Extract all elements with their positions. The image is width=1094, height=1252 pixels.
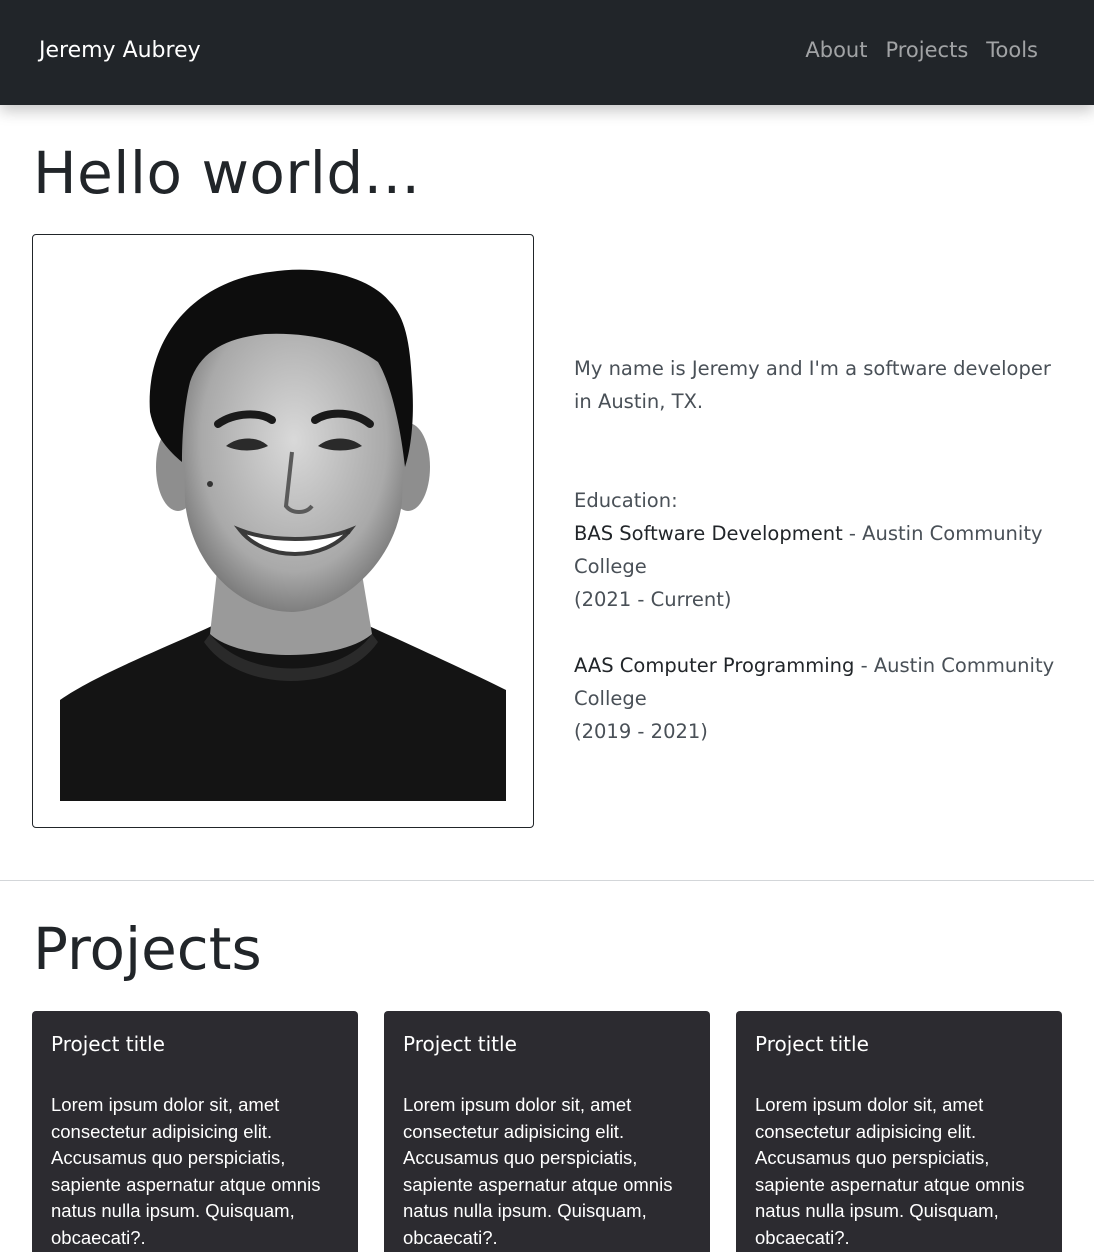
project-card-title: Project title (403, 1032, 517, 1056)
education-years: (2021 - Current) (574, 588, 732, 611)
education-entry: AAS Computer Programming - Austin Commun… (574, 649, 1064, 715)
project-card-text: Lorem ipsum dolor sit, amet consectetur … (755, 1094, 1025, 1248)
section-divider (0, 880, 1094, 881)
hero-title: Hello world... (33, 139, 421, 207)
degree-name: AAS Computer Programming (574, 654, 855, 677)
project-card[interactable]: Project title Lorem ipsum dolor sit, ame… (736, 1011, 1062, 1252)
education-label: Education: (574, 489, 678, 512)
photo-frame (32, 234, 534, 828)
degree-separator: - (854, 654, 874, 677)
intro-text: My name is Jeremy and I'm a software dev… (574, 357, 1051, 413)
education-entry: BAS Software Development - Austin Commun… (574, 517, 1064, 583)
nav-link-about[interactable]: About (805, 38, 867, 62)
brand-link[interactable]: Jeremy Aubrey (39, 38, 201, 63)
portrait-photo (60, 262, 506, 801)
project-card-text: Lorem ipsum dolor sit, amet consectetur … (403, 1094, 673, 1248)
nav-link-projects[interactable]: Projects (885, 38, 968, 62)
degree-name: BAS Software Development (574, 522, 843, 545)
project-card-title: Project title (51, 1032, 165, 1056)
projects-title: Projects (33, 915, 262, 983)
portrait-illustration (60, 262, 506, 801)
nav-link-tools[interactable]: Tools (986, 38, 1038, 62)
education-years: (2019 - 2021) (574, 720, 708, 743)
project-card[interactable]: Project title Lorem ipsum dolor sit, ame… (32, 1011, 358, 1252)
degree-separator: - (842, 522, 863, 545)
project-card-title: Project title (755, 1032, 869, 1056)
project-card[interactable]: Project title Lorem ipsum dolor sit, ame… (384, 1011, 710, 1252)
about-section: My name is Jeremy and I'm a software dev… (574, 352, 1064, 748)
navbar: Jeremy Aubrey About Projects Tools (0, 0, 1094, 105)
project-card-text: Lorem ipsum dolor sit, amet consectetur … (51, 1094, 321, 1248)
nav-links: About Projects Tools (805, 38, 1038, 62)
